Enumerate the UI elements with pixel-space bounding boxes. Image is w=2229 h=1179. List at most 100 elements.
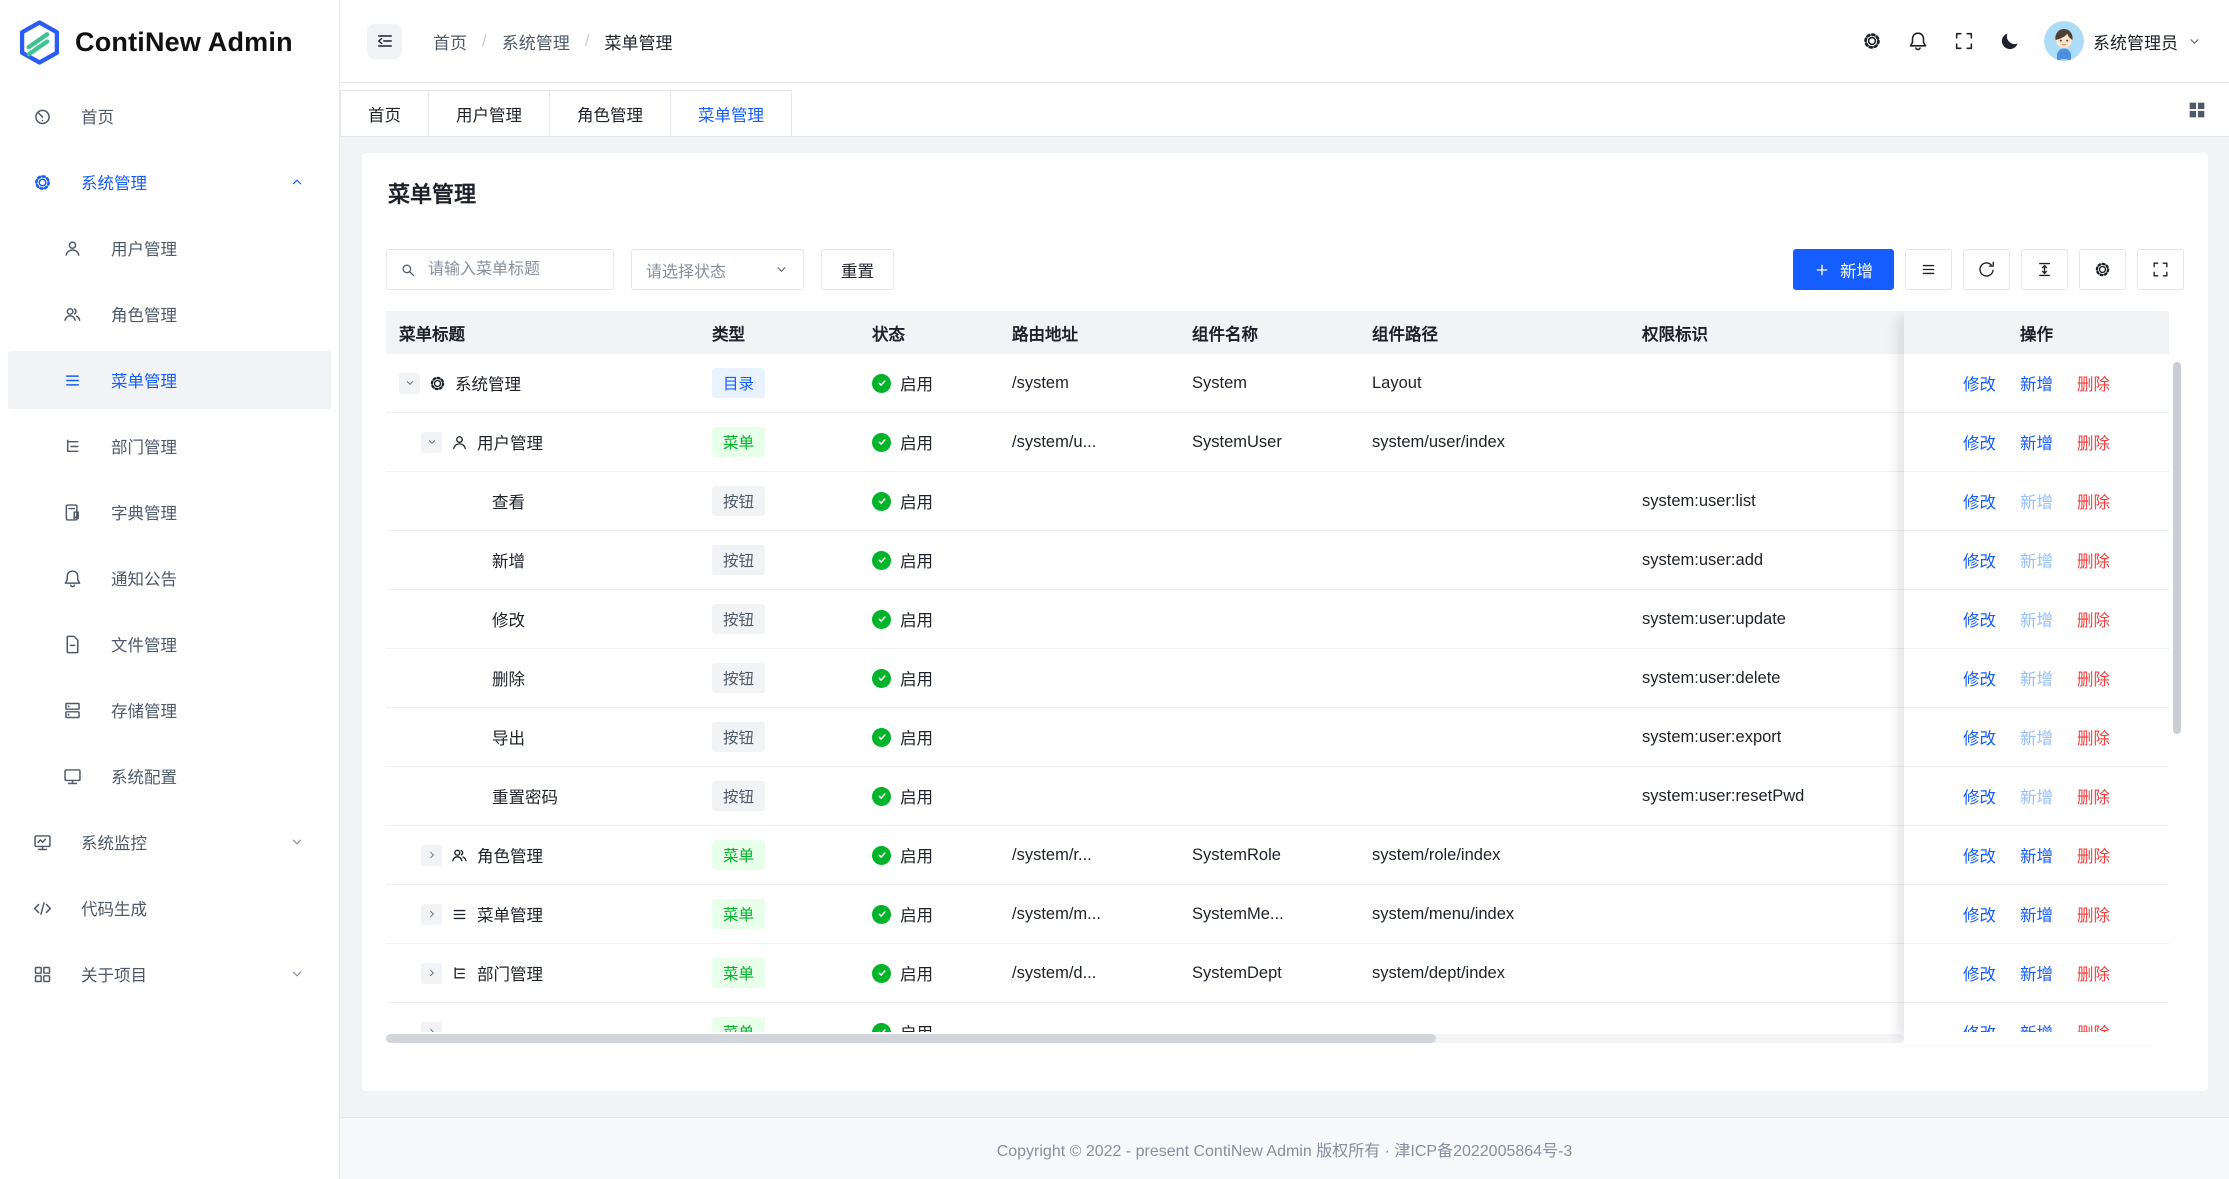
delete-link[interactable]: 删除 <box>2077 489 2110 513</box>
reset-button[interactable]: 重置 <box>821 249 894 290</box>
tab-item[interactable]: 菜单管理 <box>670 90 792 136</box>
sidebar-item-monitor-chart[interactable]: 系统监控 <box>8 813 331 871</box>
sidebar-item-list[interactable]: 菜单管理 <box>8 351 331 409</box>
add-link[interactable]: 新增 <box>2020 843 2053 867</box>
expand-toggle[interactable] <box>399 373 420 394</box>
status-text: 启用 <box>900 666 933 690</box>
edit-link[interactable]: 修改 <box>1963 784 1996 808</box>
edit-link[interactable]: 修改 <box>1963 666 1996 690</box>
menu-title-cell: 修改 <box>386 607 699 631</box>
delete-link[interactable]: 删除 <box>2077 902 2110 926</box>
bell-icon <box>62 568 83 589</box>
menu-title-text: 修改 <box>492 607 525 631</box>
vertical-scrollbar-thumb[interactable] <box>2173 362 2181 734</box>
add-link[interactable]: 新增 <box>2020 961 2053 985</box>
horizontal-scrollbar-thumb[interactable] <box>386 1034 1436 1043</box>
search-input[interactable] <box>426 260 601 280</box>
column-list-button[interactable] <box>1905 249 1952 290</box>
sidebar-item-label: 菜单管理 <box>111 368 305 392</box>
status-select[interactable]: 请选择状态 <box>631 249 804 290</box>
delete-link[interactable]: 删除 <box>2077 843 2110 867</box>
add-link[interactable]: 新增 <box>2020 902 2053 926</box>
expand-toggle[interactable] <box>421 432 442 453</box>
sidebar-item-apps[interactable]: 关于项目 <box>8 945 331 1003</box>
sidebar-item-bell[interactable]: 通知公告 <box>8 549 331 607</box>
expand-toggle[interactable] <box>421 963 442 984</box>
add-button[interactable]: 新增 <box>1793 249 1894 290</box>
delete-link[interactable]: 删除 <box>2077 725 2110 749</box>
delete-link[interactable]: 删除 <box>2077 371 2110 395</box>
edit-link[interactable]: 修改 <box>1963 843 1996 867</box>
tab-home[interactable]: 首页 <box>340 90 429 136</box>
sidebar-item-user[interactable]: 用户管理 <box>8 219 331 277</box>
status-check-icon <box>872 433 891 452</box>
breadcrumb-item[interactable]: 首页 <box>433 29 467 54</box>
gear-icon <box>2093 260 2112 279</box>
edit-link[interactable]: 修改 <box>1963 430 1996 454</box>
menu-title-cell: 系统管理 <box>386 371 699 395</box>
sidebar-item-file[interactable]: 文件管理 <box>8 615 331 673</box>
edit-link[interactable]: 修改 <box>1963 902 1996 926</box>
edit-link[interactable]: 修改 <box>1963 961 1996 985</box>
sidebar-item-monitor[interactable]: 系统配置 <box>8 747 331 805</box>
edit-link[interactable]: 修改 <box>1963 548 1996 572</box>
delete-link[interactable]: 删除 <box>2077 666 2110 690</box>
content-area: 菜单管理 请选择状态 重置 新增 <box>340 137 2229 1117</box>
sidebar-item-users[interactable]: 角色管理 <box>8 285 331 343</box>
tab-list-grid-button[interactable] <box>2186 99 2208 121</box>
status-check-icon <box>872 905 891 924</box>
menu-title-text: 查看 <box>492 489 525 513</box>
sidebar-item-tree[interactable]: 部门管理 <box>8 417 331 475</box>
edit-link[interactable]: 修改 <box>1963 371 1996 395</box>
add-link: 新增 <box>2020 666 2053 690</box>
delete-link[interactable]: 删除 <box>2077 1020 2110 1032</box>
row-height-button[interactable] <box>2021 249 2068 290</box>
delete-link[interactable]: 删除 <box>2077 430 2110 454</box>
settings-button[interactable] <box>1860 29 1884 53</box>
check-icon <box>876 731 888 743</box>
fullscreen-button[interactable] <box>1952 29 1976 53</box>
menu-title-cell: 部门管理 <box>386 961 699 985</box>
table-row-actions: 修改新增删除 <box>1904 590 2169 649</box>
breadcrumb-item[interactable]: 系统管理 <box>502 29 570 54</box>
route-cell: /system <box>999 374 1179 393</box>
tab-item[interactable]: 角色管理 <box>549 90 671 136</box>
expand-toggle[interactable] <box>421 845 442 866</box>
breadcrumb-item[interactable]: 菜单管理 <box>604 29 672 54</box>
menu-type-cell: 菜单 <box>699 840 859 870</box>
sidebar-item-code[interactable]: 代码生成 <box>8 879 331 937</box>
permission-cell: system:user:add <box>1629 551 1904 570</box>
sidebar-item-storage[interactable]: 存储管理 <box>8 681 331 739</box>
search-box <box>386 249 614 290</box>
expand-toggle[interactable] <box>421 904 442 925</box>
tab-item[interactable]: 用户管理 <box>428 90 550 136</box>
menu-status-cell: 启用 <box>859 371 999 395</box>
table-fullscreen-button[interactable] <box>2137 249 2184 290</box>
component-name-cell: SystemDept <box>1179 964 1359 983</box>
add-link[interactable]: 新增 <box>2020 430 2053 454</box>
list-icon <box>450 905 469 924</box>
delete-link[interactable]: 删除 <box>2077 961 2110 985</box>
delete-link[interactable]: 删除 <box>2077 784 2110 808</box>
edit-link[interactable]: 修改 <box>1963 489 1996 513</box>
notifications-button[interactable] <box>1906 29 1930 53</box>
table-settings-button[interactable] <box>2079 249 2126 290</box>
refresh-button[interactable] <box>1963 249 2010 290</box>
delete-link[interactable]: 删除 <box>2077 607 2110 631</box>
table-row: 删除按钮启用system:user:delete <box>386 649 1904 708</box>
sidebar-collapse-button[interactable] <box>367 24 402 59</box>
sidebar-item-dashboard[interactable]: 首页 <box>8 87 331 145</box>
add-link[interactable]: 新增 <box>2020 1020 2053 1032</box>
edit-link[interactable]: 修改 <box>1963 607 1996 631</box>
expand-toggle[interactable] <box>421 1022 442 1033</box>
delete-link[interactable]: 删除 <box>2077 548 2110 572</box>
dark-mode-button[interactable] <box>1998 29 2022 53</box>
edit-link[interactable]: 修改 <box>1963 725 1996 749</box>
add-link[interactable]: 新增 <box>2020 371 2053 395</box>
component-name-cell: SystemUser <box>1179 433 1359 452</box>
user-menu[interactable]: 系统管理员 <box>2044 21 2202 61</box>
edit-link[interactable]: 修改 <box>1963 1020 1996 1032</box>
menu-type-cell: 按钮 <box>699 663 859 693</box>
sidebar-item-dict[interactable]: 字典管理 <box>8 483 331 541</box>
sidebar-item-gear[interactable]: 系统管理 <box>8 153 331 211</box>
